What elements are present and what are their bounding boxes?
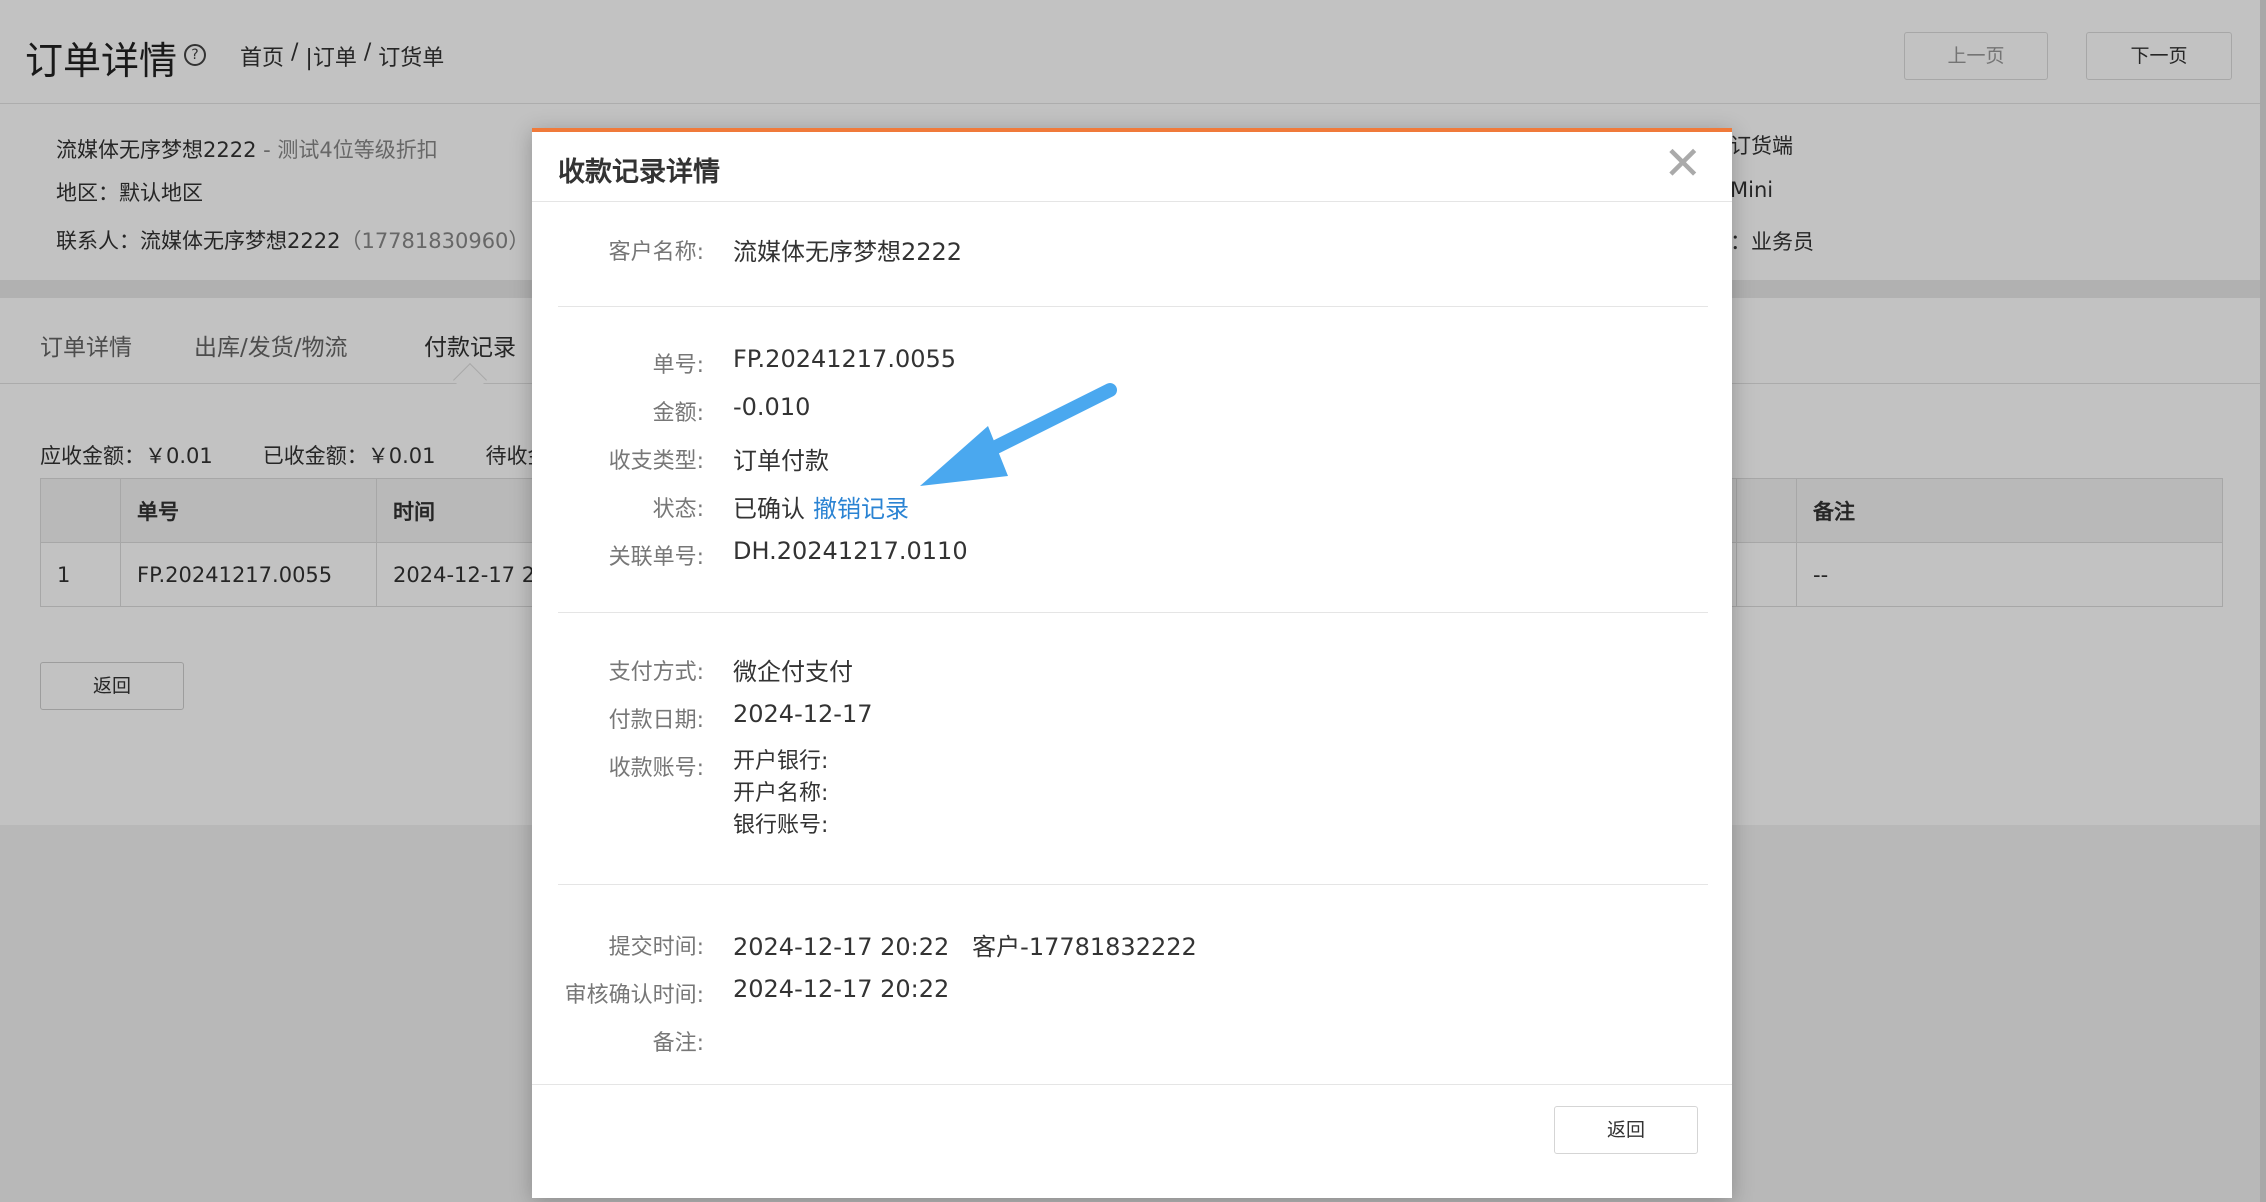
amount-value: -0.010 (733, 393, 811, 421)
audit-time-label: 审核确认时间: (564, 983, 704, 1008)
modal-header: 收款记录详情 ✕ (532, 132, 1732, 202)
section-divider (558, 884, 1708, 885)
payment-method-label: 支付方式: (608, 660, 704, 685)
type-value: 订单付款 (733, 447, 829, 475)
close-icon[interactable]: ✕ (1663, 140, 1702, 186)
account-details: 开户银行: 开户名称: 银行账号: (733, 746, 828, 842)
modal-back-button[interactable]: 返回 (1554, 1106, 1698, 1154)
related-number-value: DH.20241217.0110 (733, 537, 968, 565)
submit-time-label: 提交时间: (608, 935, 704, 960)
account-label: 收款账号: (608, 756, 704, 781)
section-divider (558, 306, 1708, 307)
related-number-label: 关联单号: (608, 545, 704, 570)
payment-date-value: 2024-12-17 (733, 700, 873, 728)
modal-footer (532, 1084, 1732, 1202)
account-bank: 开户银行: (733, 749, 829, 774)
modal-title: 收款记录详情 (558, 157, 720, 188)
number-value: FP.20241217.0055 (733, 345, 957, 373)
customer-name-value: 流媒体无序梦想2222 (733, 238, 963, 266)
payment-method-value: 微企付支付 (733, 658, 853, 686)
amount-label: 金额: (652, 401, 704, 426)
remark-label: 备注: (652, 1031, 704, 1056)
account-number: 银行账号: (733, 813, 829, 838)
status-label: 状态: (652, 497, 704, 522)
account-name: 开户名称: (733, 781, 829, 806)
customer-name-label: 客户名称: (608, 240, 704, 265)
audit-time-value: 2024-12-17 20:22 (733, 975, 950, 1003)
type-label: 收支类型: (608, 449, 704, 474)
status-value: 已确认 (733, 495, 805, 523)
payment-date-label: 付款日期: (608, 708, 704, 733)
revoke-record-link[interactable]: 撤销记录 (813, 495, 909, 523)
submit-time-value: 2024-12-17 20:22 客户-17781832222 (733, 933, 1197, 961)
arrow-annotation-icon (920, 383, 1117, 486)
status-value-group: 已确认 撤销记录 (733, 489, 909, 524)
number-label: 单号: (652, 353, 704, 378)
payment-detail-modal: 收款记录详情 ✕ 客户名称: 流媒体无序梦想2222 单号: FP.202412… (532, 128, 1732, 1198)
section-divider (558, 612, 1708, 613)
